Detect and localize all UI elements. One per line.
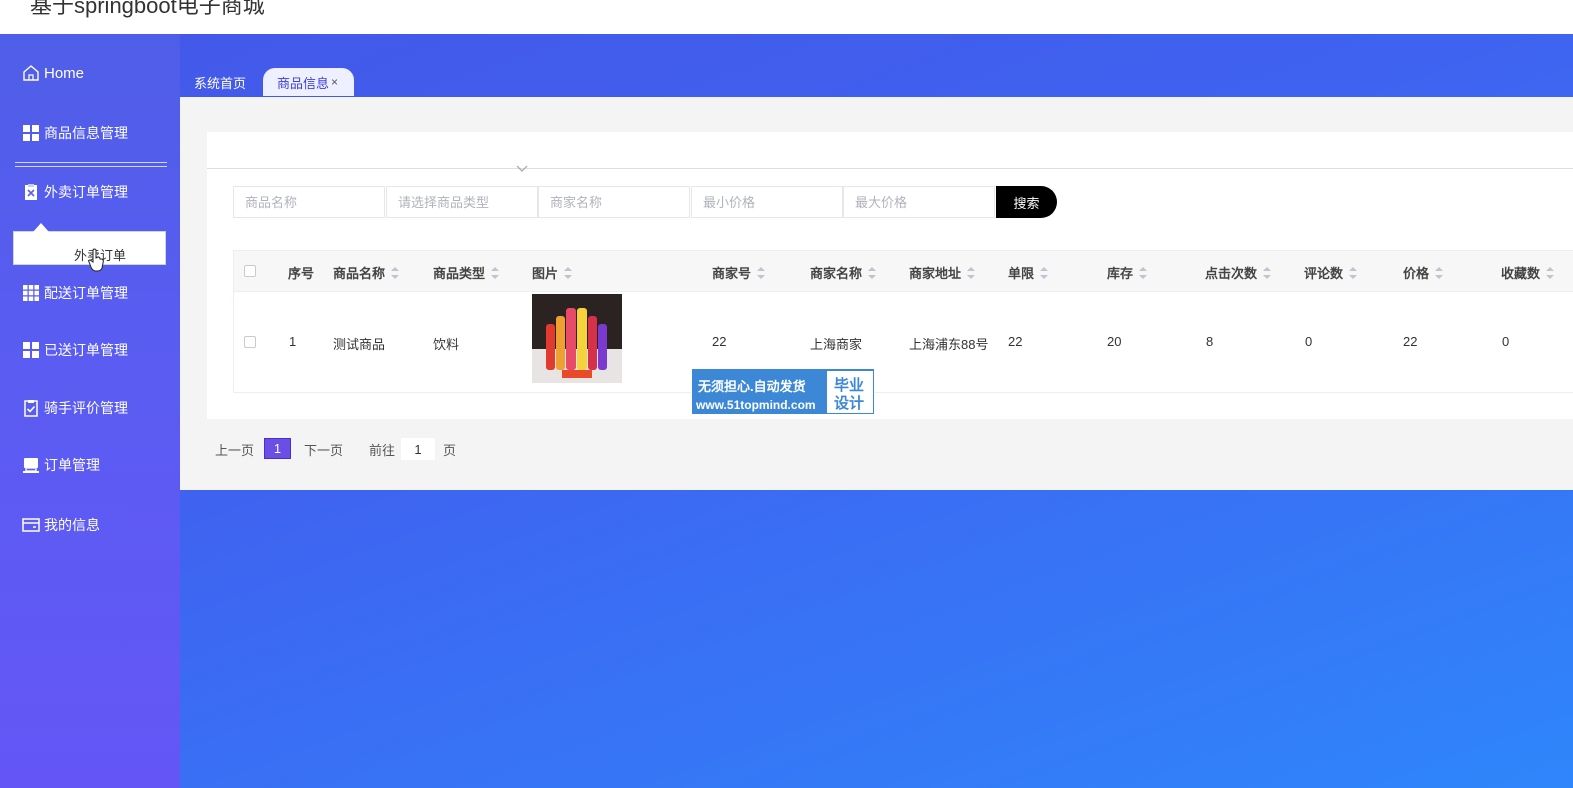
sidebar-item-label: Home [44, 64, 85, 82]
column-header-type[interactable]: 商品类型 [433, 263, 500, 282]
min-price-input[interactable] [691, 186, 843, 218]
page-suffix-label: 页 [443, 443, 457, 458]
sidebar-item-my-info[interactable]: 我的信息 [22, 514, 100, 536]
column-header-limit[interactable]: 单限 [1008, 263, 1049, 282]
card-icon [22, 516, 40, 534]
watermark-text: 无须担心.自动发货 [698, 379, 806, 394]
sidebar-item-label: 配送订单管理 [44, 285, 128, 301]
cell-type: 饮料 [433, 337, 460, 352]
sidebar-item-label: 骑手评价管理 [44, 400, 128, 416]
next-page-button[interactable]: 下一页 [304, 440, 343, 459]
card-divider [207, 168, 1573, 169]
sort-icon[interactable] [1349, 266, 1358, 279]
sidebar-item-delivered-orders[interactable]: 已送订单管理 [22, 339, 128, 361]
cell-index: 1 [289, 334, 297, 349]
clipboard-x-icon [22, 183, 40, 201]
product-type-select[interactable] [386, 186, 538, 218]
sort-icon[interactable] [391, 266, 400, 279]
cell-address: 上海浦东88号 [909, 337, 989, 352]
cell-favorites: 0 [1502, 334, 1510, 349]
product-image[interactable] [532, 294, 622, 383]
sort-icon[interactable] [564, 266, 573, 279]
column-header-image[interactable]: 图片 [532, 263, 573, 282]
sort-icon[interactable] [1139, 266, 1148, 279]
sidebar-divider [15, 166, 167, 167]
sort-icon[interactable] [1040, 266, 1049, 279]
cell-limit: 22 [1008, 334, 1023, 349]
product-name-input[interactable] [233, 186, 385, 218]
sidebar-item-label: 我的信息 [44, 517, 100, 533]
tab-label: 系统首页 [194, 75, 247, 91]
grid-icon [22, 124, 40, 142]
close-icon[interactable]: × [331, 75, 338, 89]
sidebar-item-product-management[interactable]: 商品信息管理 [22, 122, 128, 144]
goto-label: 前往 [369, 443, 396, 458]
search-button[interactable]: 搜索 [996, 186, 1057, 218]
sort-icon[interactable] [491, 266, 500, 279]
sort-icon[interactable] [757, 266, 766, 279]
row-checkbox[interactable] [244, 336, 256, 348]
grid-9-icon [22, 284, 40, 302]
tab-label: 商品信息 [277, 75, 330, 91]
cell-clicks: 8 [1206, 334, 1214, 349]
sort-icon[interactable] [967, 266, 976, 279]
clipboard-check-icon [22, 399, 40, 417]
cell-price: 22 [1403, 334, 1418, 349]
chevron-down-icon[interactable] [516, 165, 528, 173]
sort-icon[interactable] [1435, 266, 1444, 279]
sidebar-item-home[interactable]: Home [22, 62, 84, 84]
cell-stock: 20 [1107, 334, 1122, 349]
column-header-merchant-name[interactable]: 商家名称 [810, 263, 877, 282]
tab-home[interactable]: 系统首页 [194, 68, 246, 96]
table-header-divider [234, 291, 1573, 292]
select-all-checkbox[interactable] [244, 265, 256, 277]
home-icon [22, 64, 40, 82]
prev-page-button[interactable]: 上一页 [215, 440, 254, 459]
column-header-merchant-no[interactable]: 商家号 [712, 263, 766, 282]
cell-merchant-no: 22 [712, 334, 727, 349]
watermark-badge: 无须担心.自动发货 www.51topmind.com 毕业 设计 [691, 368, 875, 415]
hand-cursor-icon [88, 248, 104, 272]
column-header-name[interactable]: 商品名称 [333, 263, 400, 282]
cell-name: 测试商品 [333, 337, 386, 352]
column-header-comments[interactable]: 评论数 [1304, 263, 1358, 282]
watermark-badge-bottom: 设计 [834, 395, 865, 412]
column-header-price[interactable]: 价格 [1403, 263, 1444, 282]
grid-icon [22, 341, 40, 359]
page-number-current[interactable]: 1 [264, 438, 291, 459]
sort-icon[interactable] [1546, 266, 1555, 279]
column-header-index: 序号 [288, 266, 315, 281]
sidebar-item-order-management[interactable]: 订单管理 [22, 454, 100, 476]
watermark-box: 毕业 设计 [827, 371, 873, 413]
merchant-name-input[interactable] [538, 186, 690, 218]
goto-page-input[interactable] [401, 438, 435, 460]
app-title: 基于springboot电子商城 [30, 0, 265, 18]
tab-product-info[interactable]: 商品信息 × [263, 68, 354, 96]
sidebar-item-delivery-orders[interactable]: 配送订单管理 [22, 282, 128, 304]
sidebar-item-label: 商品信息管理 [44, 125, 128, 141]
watermark-url: www.51topmind.com [696, 398, 816, 412]
cell-comments: 0 [1305, 334, 1313, 349]
max-price-input[interactable] [843, 186, 995, 218]
sidebar-item-takeout-orders[interactable]: 外卖订单管理 [22, 181, 128, 203]
sidebar-item-label: 订单管理 [44, 457, 100, 473]
column-header-stock[interactable]: 库存 [1107, 263, 1148, 282]
column-header-clicks[interactable]: 点击次数 [1205, 263, 1272, 282]
sidebar-divider [15, 162, 167, 163]
sidebar-item-rider-reviews[interactable]: 骑手评价管理 [22, 397, 128, 419]
app-title-bar: 基于springboot电子商城 [0, 0, 1573, 34]
sidebar-item-label: 外卖订单管理 [44, 184, 128, 200]
sort-icon[interactable] [868, 266, 877, 279]
sidebar-item-label: 已送订单管理 [44, 342, 128, 358]
printer-icon [22, 456, 40, 474]
sort-icon[interactable] [1263, 266, 1272, 279]
column-header-address[interactable]: 商家地址 [909, 263, 976, 282]
cell-merchant-name: 上海商家 [810, 337, 863, 352]
column-header-favorites[interactable]: 收藏数 [1501, 263, 1555, 282]
